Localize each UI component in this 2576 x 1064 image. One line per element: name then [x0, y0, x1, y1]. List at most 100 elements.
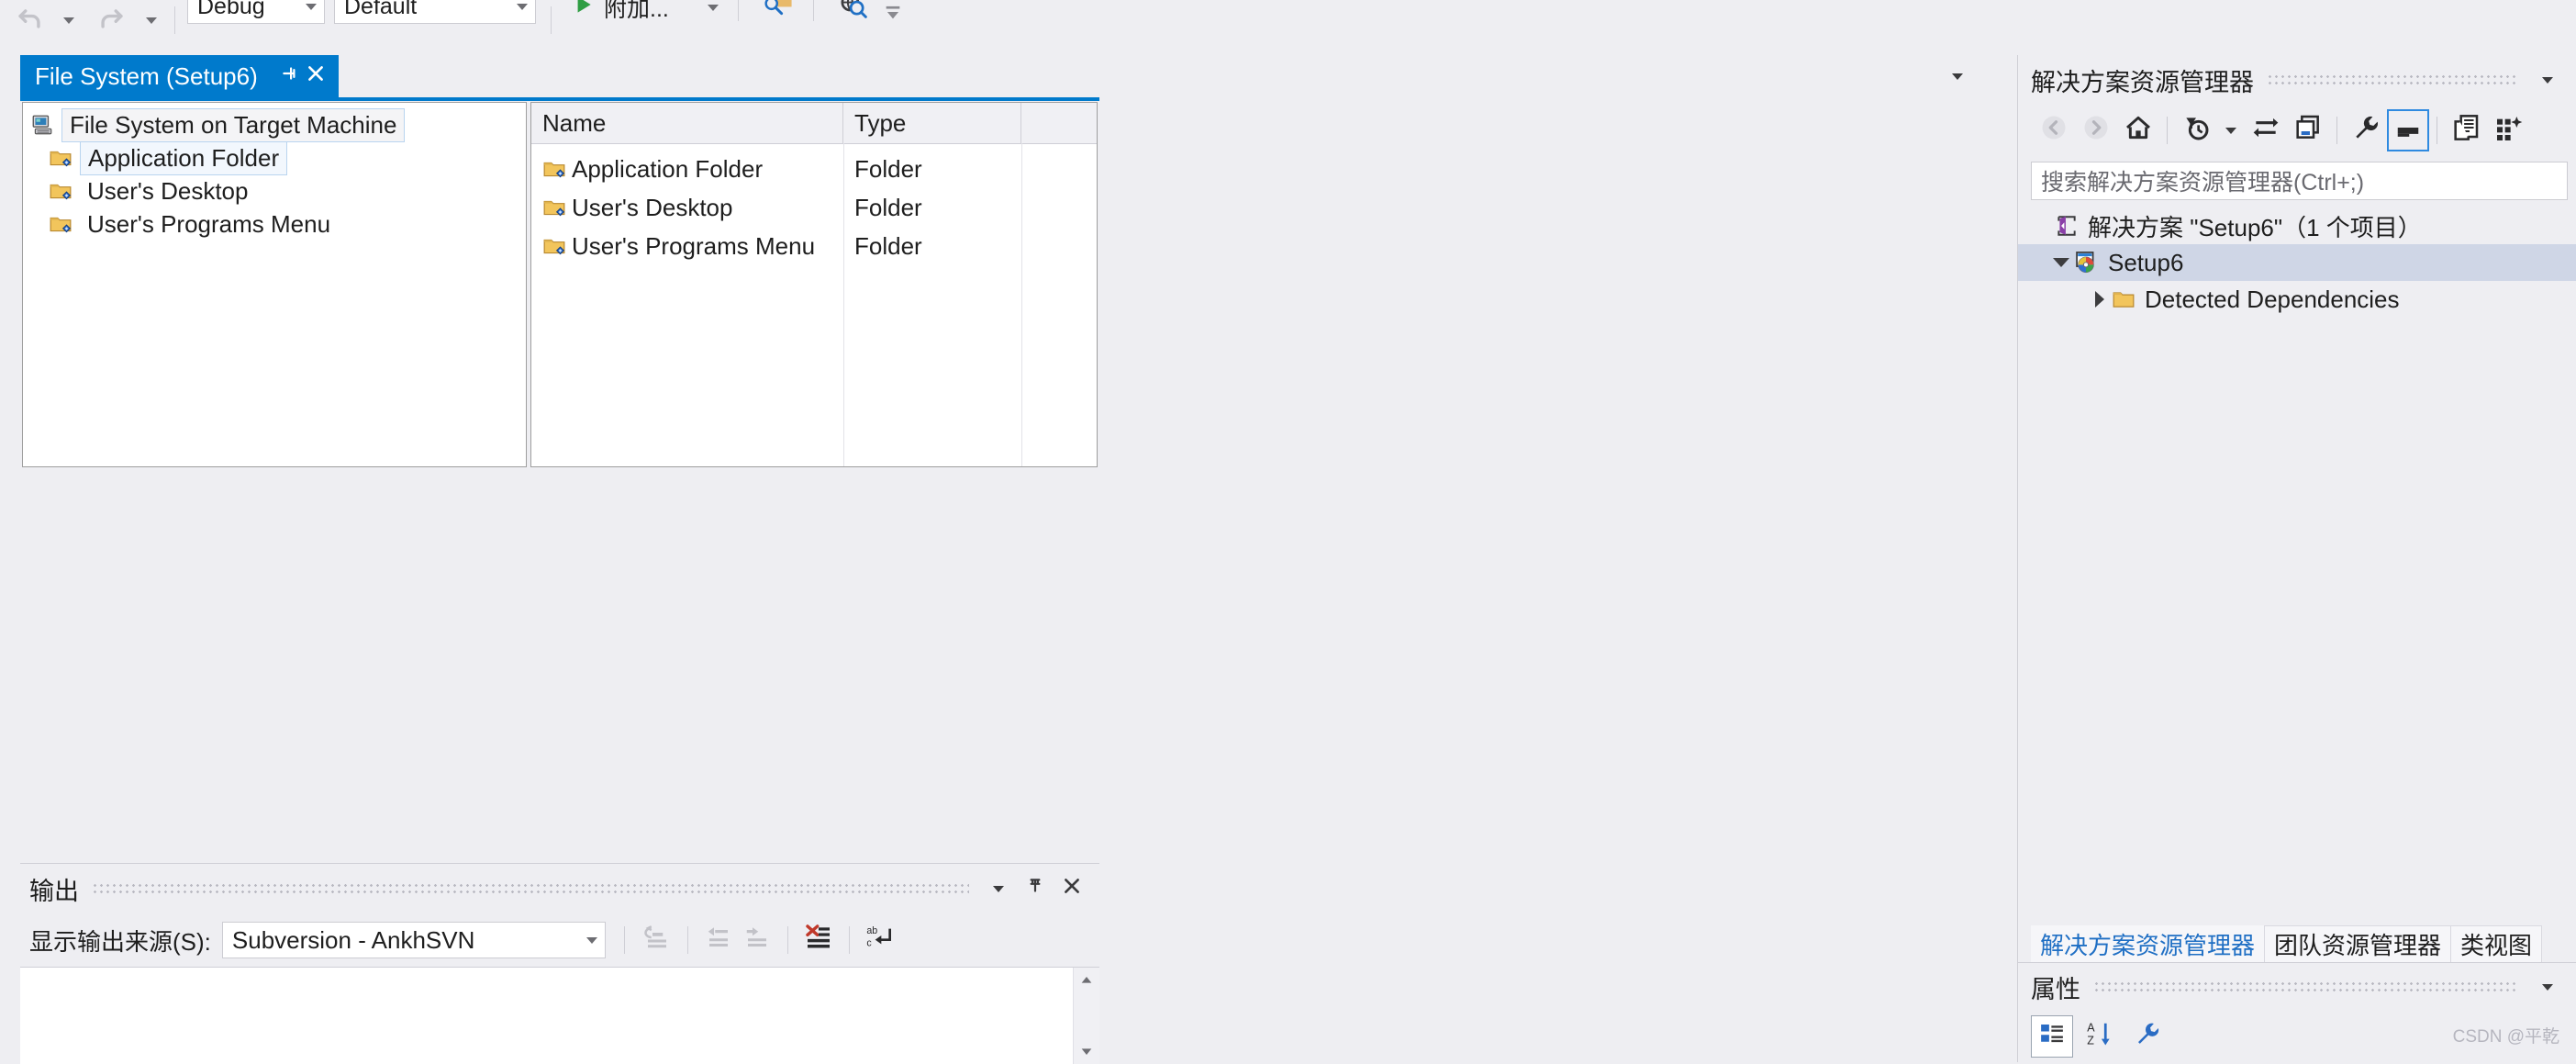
column-header-name[interactable]: Name — [531, 103, 843, 143]
output-panel: 输出 显示输出来源(S): Subversion - AnkhSVN ab c — [20, 863, 1099, 1064]
solution-platform-combo[interactable]: Default — [334, 0, 536, 24]
alphabetical-sort-button[interactable]: A Z — [2079, 1015, 2121, 1058]
start-debug-dropdown-button[interactable] — [697, 0, 729, 28]
se-toolbar-separator-1 — [2167, 117, 2168, 144]
next-message-button[interactable] — [738, 924, 776, 957]
special-folder-icon — [542, 234, 566, 258]
drag-dots — [92, 882, 969, 895]
redo-button[interactable] — [88, 0, 136, 40]
solution-configuration-combo[interactable]: Debug — [187, 0, 325, 24]
properties-panel-dropdown-button[interactable] — [2529, 967, 2566, 1007]
output-panel-close-button[interactable] — [1054, 868, 1090, 909]
output-panel-header: 输出 — [20, 864, 1099, 913]
pin-icon — [1025, 876, 1045, 902]
detected-dependencies-label: Detected Dependencies — [2145, 285, 2400, 313]
close-icon — [1062, 876, 1082, 902]
web-search-button[interactable] — [828, 0, 879, 28]
scroll-up-arrow-icon[interactable] — [1074, 968, 1099, 993]
left-gutter — [0, 55, 20, 1062]
document-tab-title: File System (Setup6) — [35, 62, 258, 90]
refresh-collapse-icon — [2293, 113, 2323, 149]
undo-arrow-icon — [14, 2, 45, 39]
scroll-down-arrow-icon[interactable] — [1074, 1038, 1099, 1064]
filter-dropdown-button[interactable] — [2217, 109, 2245, 151]
tree-node-label: File System on Target Machine — [61, 107, 406, 142]
new-solution-view-button[interactable] — [2487, 109, 2529, 151]
properties-button[interactable] — [2345, 109, 2387, 151]
output-panel-dropdown-button[interactable] — [980, 868, 1017, 909]
tab-solution-explorer[interactable]: 解决方案资源管理器 — [2031, 925, 2265, 962]
back-button[interactable] — [2033, 109, 2075, 151]
pin-icon[interactable] — [280, 63, 300, 90]
start-debug-button[interactable]: 附加... — [565, 0, 669, 28]
project-node-setup6[interactable]: Setup6 — [2018, 244, 2576, 281]
column-header-label: Type — [854, 108, 907, 137]
output-text-area[interactable] — [20, 967, 1099, 1064]
undo-button[interactable] — [6, 0, 53, 40]
refresh-collapse-button[interactable] — [2287, 109, 2329, 151]
property-pages-wrench-icon — [2134, 1020, 2161, 1054]
forward-button[interactable] — [2075, 109, 2117, 151]
solution-platform-value: Default — [344, 0, 418, 19]
solution-node-label: 解决方案 "Setup6"（1 个项目） — [2088, 213, 2422, 241]
forward-arrow-icon — [2082, 114, 2110, 148]
go-to-message-button[interactable] — [638, 924, 676, 957]
cell-type: Folder — [854, 231, 922, 260]
table-row[interactable]: Application Folder Folder — [531, 150, 1097, 188]
categorized-view-button[interactable] — [2031, 1015, 2073, 1058]
tree-node-users-programs-menu[interactable]: User's Programs Menu — [23, 207, 526, 241]
chevron-down-icon — [993, 885, 1004, 892]
output-panel-title: 输出 — [29, 877, 79, 905]
properties-wrench-icon — [2351, 113, 2381, 149]
sync-with-active-document-button[interactable] — [2245, 109, 2287, 151]
expander-collapse-button[interactable] — [2049, 258, 2073, 267]
close-icon[interactable] — [306, 63, 326, 90]
tab-label: 类视图 — [2460, 932, 2533, 959]
toggle-word-wrap-button[interactable]: ab c — [861, 924, 899, 958]
clear-all-button[interactable] — [799, 924, 838, 958]
tree-node-target-machine[interactable]: File System on Target Machine — [23, 107, 526, 142]
previous-message-button[interactable] — [699, 924, 738, 957]
properties-panel-title: 属性 — [2031, 975, 2080, 1003]
pending-changes-filter-button[interactable] — [2175, 109, 2217, 151]
table-row[interactable]: User's Desktop Folder — [531, 188, 1097, 227]
output-panel-pin-button[interactable] — [1017, 868, 1054, 909]
chevron-down-icon — [1952, 73, 1963, 80]
alphabetical-sort-icon: A Z — [2086, 1020, 2113, 1054]
solution-node[interactable]: 解决方案 "Setup6"（1 个项目） — [2018, 207, 2576, 244]
solution-explorer-dropdown-button[interactable] — [2529, 60, 2566, 100]
table-row[interactable]: User's Programs Menu Folder — [531, 227, 1097, 265]
show-all-files-icon — [2451, 113, 2481, 149]
tab-class-view[interactable]: 类视图 — [2451, 925, 2543, 962]
drag-dots — [2267, 73, 2518, 86]
redo-dropdown-button[interactable] — [136, 0, 167, 40]
property-pages-button[interactable] — [2126, 1015, 2169, 1058]
detected-dependencies-node[interactable]: Detected Dependencies — [2018, 281, 2576, 318]
redo-arrow-icon — [96, 2, 128, 39]
tab-team-explorer[interactable]: 团队资源管理器 — [2264, 925, 2452, 962]
undo-dropdown-button[interactable] — [53, 0, 84, 40]
expander-expand-button[interactable] — [2088, 291, 2112, 308]
preview-selected-items-button[interactable] — [2387, 109, 2429, 151]
toolbar-overflow-button[interactable] — [881, 0, 905, 35]
output-vertical-scrollbar[interactable] — [1073, 968, 1099, 1064]
toolbar-separator-1 — [174, 6, 175, 34]
home-button[interactable] — [2117, 109, 2159, 151]
tree-node-users-desktop[interactable]: User's Desktop — [23, 174, 526, 207]
preview-selected-items-icon — [2394, 114, 2422, 148]
document-tab-list-dropdown[interactable] — [1936, 55, 1979, 97]
special-folder-icon — [49, 179, 72, 203]
output-source-combo[interactable]: Subversion - AnkhSVN — [221, 922, 606, 958]
column-header-type[interactable]: Type — [843, 103, 1021, 143]
find-in-files-button[interactable] — [753, 0, 804, 28]
show-all-files-button[interactable] — [2445, 109, 2487, 151]
chevron-down-icon — [2542, 76, 2553, 84]
file-system-tree-pane[interactable]: File System on Target Machine Applicatio… — [22, 102, 527, 467]
column-divider-1 — [843, 143, 844, 466]
next-message-icon — [743, 924, 771, 957]
svg-text:c: c — [866, 937, 872, 948]
solution-explorer-search-input[interactable]: 搜索解决方案资源管理器(Ctrl+;) — [2031, 162, 2568, 200]
document-tab-file-system[interactable]: File System (Setup6) — [20, 55, 339, 97]
tree-node-application-folder[interactable]: Application Folder — [23, 140, 526, 175]
file-system-list-pane[interactable]: Name Type Application Folder Folder User… — [530, 102, 1098, 467]
